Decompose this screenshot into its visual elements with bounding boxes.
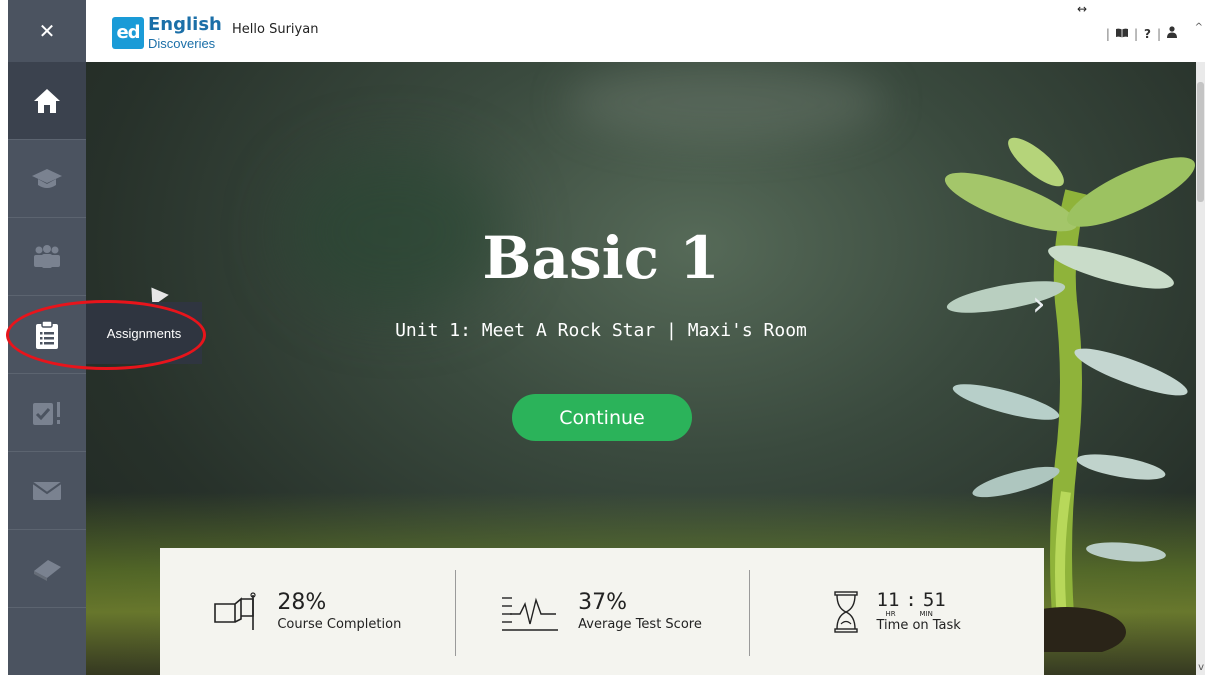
pulse-chart-icon <box>502 596 559 631</box>
stats-panel: 28% Course Completion 37% Average Test S… <box>160 548 1044 675</box>
sidebar <box>8 62 86 675</box>
tooltip-label: Assignments <box>106 325 182 341</box>
sidebar-item-tests[interactable] <box>8 374 86 452</box>
top-bar: ✕ ed English Discoveries Hello Suriyan ↔… <box>0 0 1205 62</box>
checklist-alert-icon <box>33 401 60 425</box>
scroll-thumb[interactable] <box>1197 82 1204 202</box>
top-icons: | | ? | <box>1100 26 1177 41</box>
stat-body: 28% Course Completion <box>277 589 402 632</box>
time-separator: : <box>905 588 917 611</box>
sidebar-item-courses[interactable] <box>8 140 86 218</box>
time-hours: 11 <box>876 588 900 611</box>
user-icon[interactable] <box>1167 26 1177 41</box>
stat-time-on-task: 11 : 51 HR MIN Time on Task <box>749 548 1044 675</box>
test-score-label: Average Test Score <box>578 616 702 632</box>
logo[interactable]: ed English Discoveries <box>112 14 222 51</box>
stat-course-completion: 28% Course Completion <box>160 548 455 675</box>
sidebar-item-community[interactable] <box>8 218 86 296</box>
book-icon <box>34 559 61 581</box>
next-arrow-icon[interactable]: › <box>1032 284 1046 324</box>
assignments-tooltip: Assignments <box>86 302 202 364</box>
users-icon <box>34 244 60 268</box>
sidebar-item-home[interactable] <box>8 62 86 140</box>
vertical-scrollbar[interactable]: v <box>1196 62 1205 675</box>
stat-average-test-score: 37% Average Test Score <box>454 548 750 675</box>
unit-subtitle: Unit 1: Meet A Rock Star | Maxi's Room <box>395 320 807 341</box>
logo-discoveries: Discoveries <box>148 36 216 51</box>
scroll-up-icon[interactable]: ^ <box>1195 22 1203 33</box>
flag-icon <box>214 591 256 630</box>
separator: | <box>1133 26 1138 41</box>
hr-unit: HR <box>885 609 896 618</box>
close-menu-button[interactable]: ✕ <box>8 0 86 62</box>
logo-badge: ed <box>112 16 144 49</box>
scroll-down-icon[interactable]: v <box>1198 662 1204 673</box>
separator: | <box>1105 26 1110 41</box>
logo-english: English <box>148 14 222 35</box>
time-minutes: 51 <box>922 588 946 611</box>
clipboard-list-icon <box>36 319 58 349</box>
resize-arrows-icon[interactable]: ↔ <box>1077 2 1087 16</box>
background-bokeh <box>566 62 886 142</box>
time-value: 11 : 51 <box>876 588 961 611</box>
graduation-cap-icon <box>32 168 62 188</box>
close-icon: ✕ <box>38 19 56 43</box>
help-icon[interactable]: ? <box>1144 27 1151 41</box>
sidebar-item-messages[interactable] <box>8 452 86 530</box>
book-open-icon[interactable] <box>1115 27 1128 41</box>
min-unit: MIN <box>919 609 933 618</box>
separator: | <box>1156 26 1161 41</box>
envelope-icon <box>32 481 62 500</box>
completion-label: Course Completion <box>277 616 402 632</box>
continue-button[interactable]: Continue <box>512 394 692 441</box>
stat-body: 11 : 51 HR MIN Time on Task <box>876 588 961 633</box>
greeting-text: Hello Suriyan <box>232 22 319 37</box>
test-score-value: 37% <box>578 589 628 615</box>
hourglass-icon <box>833 590 858 633</box>
stat-body: 37% Average Test Score <box>578 589 702 632</box>
home-icon <box>34 88 60 113</box>
sidebar-item-dictionary[interactable] <box>8 530 86 608</box>
logo-text: English Discoveries <box>148 14 222 51</box>
time-units: HR MIN <box>886 610 961 618</box>
completion-value: 28% <box>277 589 327 615</box>
course-title: Basic 1 <box>482 224 720 292</box>
time-label: Time on Task <box>876 617 961 633</box>
sidebar-item-assignments[interactable] <box>8 296 86 374</box>
